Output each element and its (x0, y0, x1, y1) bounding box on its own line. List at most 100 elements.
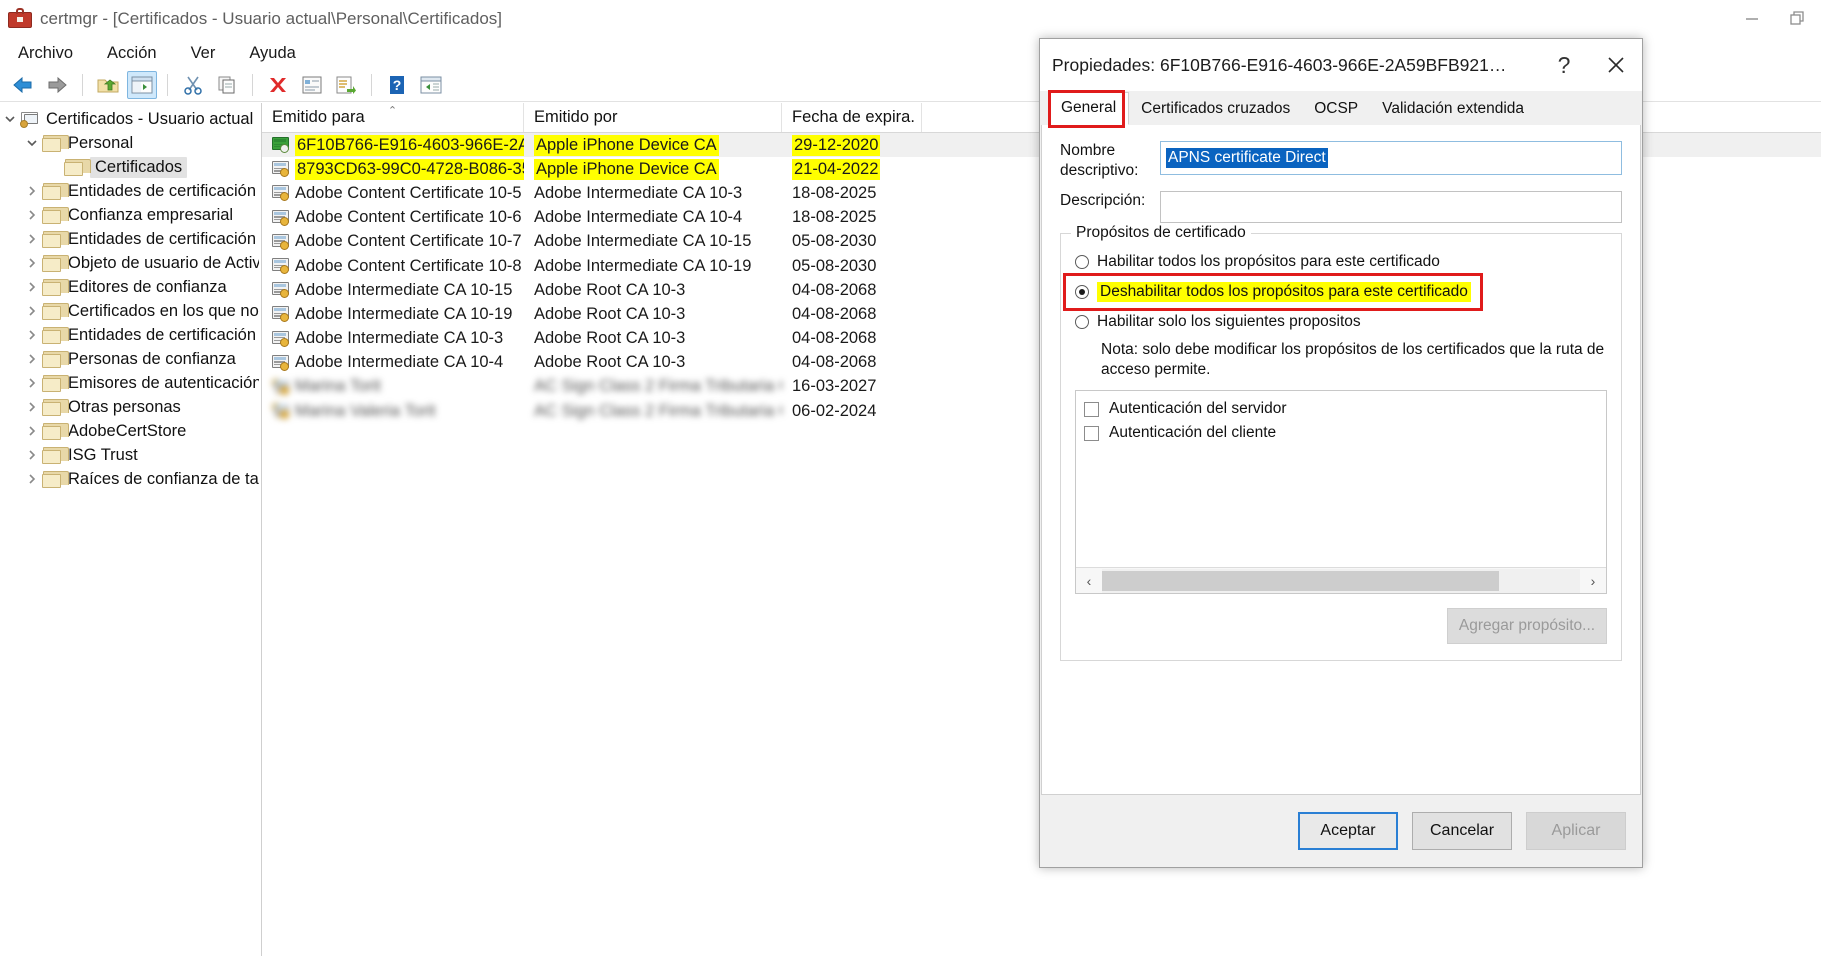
console-tree: Certificados - Usuario actual Personal Cer… (0, 103, 262, 956)
cell-issued-to: Adobe Intermediate CA 10-15 (262, 281, 524, 300)
purpose-item-client-auth[interactable]: Autenticación del cliente (1084, 421, 1598, 445)
dialog-footer: Aceptar Cancelar Aplicar (1040, 795, 1642, 867)
cell-issued-to-text: Adobe Content Certificate 10-5 (295, 183, 522, 202)
cell-issued-to-text: 6F10B766-E916-4603-966E-2A59… (295, 134, 524, 156)
tree-item-7[interactable]: Editores de confianza (0, 275, 261, 299)
friendly-name-input[interactable]: APNS certificate Direct (1160, 141, 1622, 175)
tree-item-2[interactable]: Certificados (0, 155, 261, 179)
column-header-issued-to[interactable]: ⌃ Emitido para (262, 103, 524, 132)
purpose-label-server-auth: Autenticación del servidor (1109, 400, 1287, 417)
cut-icon[interactable] (178, 71, 208, 99)
tree-item-14[interactable]: ISG Trust (0, 443, 261, 467)
scrollbar-track[interactable] (1102, 568, 1580, 593)
menu-ayuda[interactable]: Ayuda (245, 42, 300, 65)
tab-validacion-extendida[interactable]: Validación extendida (1370, 94, 1536, 125)
cell-issued-by: Adobe Intermediate CA 10-19 (524, 257, 782, 276)
export-icon[interactable] (331, 71, 361, 99)
show-console-tree-icon[interactable] (416, 71, 446, 99)
purpose-checkbox-server-auth[interactable] (1084, 401, 1099, 417)
tree-item-4[interactable]: Confianza empresarial (0, 203, 261, 227)
folder-icon (42, 254, 69, 272)
tree-item-13[interactable]: AdobeCertStore (0, 419, 261, 443)
tab-ocsp[interactable]: OCSP (1302, 94, 1370, 125)
tab-general[interactable]: General (1048, 92, 1130, 125)
cell-expiration-text: 05-08-2030 (792, 232, 877, 251)
cell-issued-by-text: Apple iPhone Device CA (534, 134, 719, 156)
chevron-right-icon[interactable] (22, 209, 42, 221)
certificate-icon (272, 306, 291, 323)
menu-accion[interactable]: Acción (103, 42, 161, 65)
help-button[interactable]: ? (1538, 39, 1590, 91)
cell-issued-by-text: Adobe Root CA 10-3 (534, 353, 686, 372)
folder-icon (42, 446, 69, 464)
cell-expiration: 05-08-2030 (782, 232, 922, 251)
menu-ver[interactable]: Ver (187, 42, 220, 65)
up-folder-icon[interactable] (93, 71, 123, 99)
forward-icon[interactable] (42, 71, 72, 99)
tree-item-10[interactable]: Personas de confianza (0, 347, 261, 371)
properties-icon[interactable] (297, 71, 327, 99)
description-input[interactable] (1160, 191, 1622, 223)
friendly-name-row: Nombre descriptivo: APNS certificate Dir… (1060, 141, 1622, 181)
tree-item-9[interactable]: Entidades de certificación raíz (0, 323, 261, 347)
cell-expiration-text: 18-08-2025 (792, 183, 877, 202)
tab-certificados-cruzados[interactable]: Certificados cruzados (1129, 94, 1302, 125)
chevron-right-icon[interactable] (22, 353, 42, 365)
purpose-checkbox-client-auth[interactable] (1084, 425, 1099, 441)
delete-icon[interactable] (263, 71, 293, 99)
cancel-button[interactable]: Cancelar (1412, 812, 1512, 850)
tree-item-15[interactable]: Raíces de confianza de tarjeta (0, 467, 261, 491)
help-icon[interactable]: ? (382, 71, 412, 99)
chevron-right-icon[interactable] (22, 281, 42, 293)
chevron-right-icon[interactable] (22, 257, 42, 269)
cell-issued-to-text: Adobe Intermediate CA 10-19 (295, 304, 513, 323)
tree-item-6[interactable]: Objeto de usuario de Active D (0, 251, 261, 275)
purpose-label-client-auth: Autenticación del cliente (1109, 424, 1277, 441)
window-controls (1729, 0, 1821, 38)
chevron-right-icon[interactable] (22, 329, 42, 341)
restore-icon[interactable] (1775, 0, 1821, 38)
tree-item-5[interactable]: Entidades de certificación inte (0, 227, 261, 251)
menu-archivo[interactable]: Archivo (14, 42, 77, 65)
store-icon (20, 111, 40, 128)
tree-item-12[interactable]: Otras personas (0, 395, 261, 419)
add-purpose-button[interactable]: Agregar propósito... (1447, 608, 1607, 644)
chevron-right-icon[interactable] (22, 425, 42, 437)
chevron-left-icon[interactable]: ‹ (1076, 569, 1102, 593)
tree-item-3[interactable]: Entidades de certificación raíz (0, 179, 261, 203)
cell-issued-to: 8793CD63-99C0-4728-B086-354… (262, 158, 524, 180)
column-header-issued-by[interactable]: Emitido por (524, 103, 782, 132)
chevron-right-icon[interactable] (22, 377, 42, 389)
chevron-right-icon[interactable] (22, 449, 42, 461)
radio-disable-all-purposes[interactable]: Deshabilitar todos los propósitos para e… (1063, 273, 1607, 311)
chevron-right-icon[interactable] (22, 305, 42, 317)
close-icon[interactable] (1590, 39, 1642, 91)
tree-item-11[interactable]: Emisores de autenticación de (0, 371, 261, 395)
purposes-horizontal-scrollbar[interactable]: ‹ › (1076, 567, 1606, 593)
minimize-icon[interactable] (1729, 0, 1775, 38)
cell-issued-to: Adobe Content Certificate 10-8 (262, 257, 524, 276)
accept-button[interactable]: Aceptar (1298, 812, 1398, 850)
tree-item-8[interactable]: Certificados en los que no se (0, 299, 261, 323)
chevron-right-icon[interactable]: › (1580, 569, 1606, 593)
chevron-right-icon[interactable] (22, 473, 42, 485)
back-icon[interactable] (8, 71, 38, 99)
column-header-expiration[interactable]: Fecha de expira. (782, 103, 922, 132)
sort-ascending-icon: ⌃ (387, 105, 398, 117)
chevron-right-icon[interactable] (22, 233, 42, 245)
show-hide-tree-icon[interactable] (127, 70, 157, 99)
toolbar-separator (371, 73, 372, 96)
radio-enable-only-following[interactable]: Habilitar solo los siguientes propositos (1075, 310, 1607, 334)
tree-item-0[interactable]: Certificados - Usuario actual (0, 107, 261, 131)
cell-expiration-text: 04-08-2068 (792, 304, 877, 323)
tree-item-1[interactable]: Personal (0, 131, 261, 155)
chevron-down-icon[interactable] (0, 113, 20, 125)
chevron-right-icon[interactable] (22, 401, 42, 413)
radio-enable-all-purposes[interactable]: Habilitar todos los propósitos para este… (1075, 250, 1607, 274)
copy-icon[interactable] (212, 71, 242, 99)
chevron-right-icon[interactable] (22, 185, 42, 197)
scrollbar-thumb[interactable] (1102, 570, 1499, 591)
chevron-down-icon[interactable] (22, 137, 42, 149)
apply-button[interactable]: Aplicar (1526, 812, 1626, 850)
purpose-item-server-auth[interactable]: Autenticación del servidor (1084, 397, 1598, 421)
